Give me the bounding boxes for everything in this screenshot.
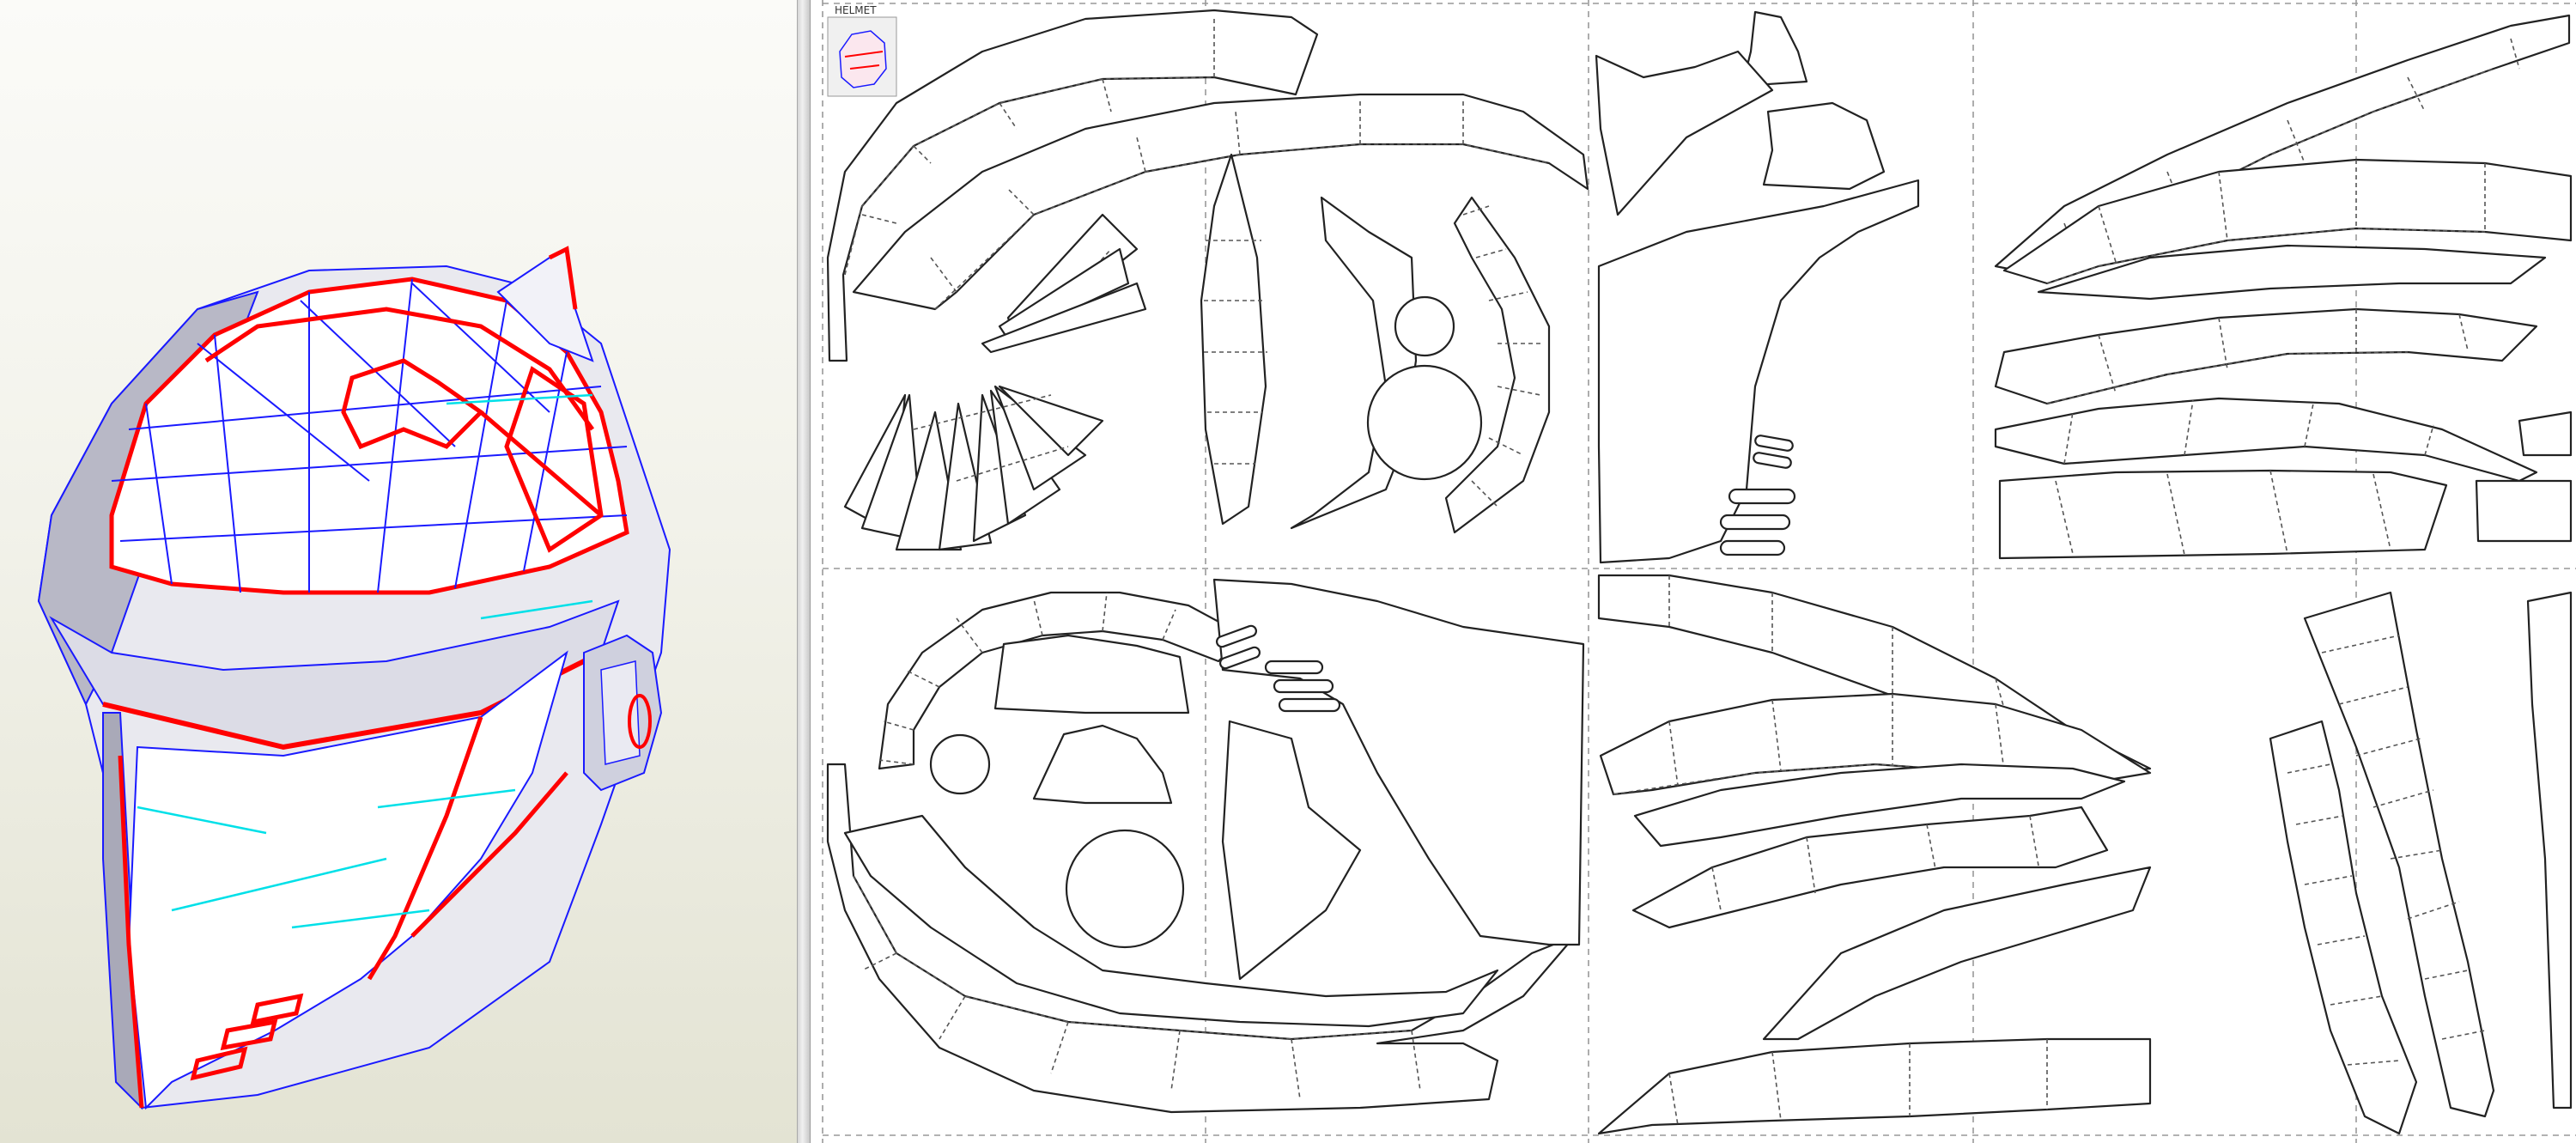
helmet-3d-model[interactable]	[0, 0, 797, 1143]
pattern-sheet-canvas[interactable]: HELMET	[811, 0, 2576, 1143]
thumbnail-label: HELMET	[835, 4, 877, 16]
pattern-page-1	[826, 9, 1589, 551]
pattern-page-6	[2269, 591, 2573, 1135]
pattern-page-2	[1595, 10, 1920, 564]
pane-splitter[interactable]	[797, 0, 811, 1143]
pattern-page-5	[1597, 574, 2152, 1135]
helmet-thumbnail[interactable]: HELMET	[827, 4, 897, 97]
unfold-sheet[interactable]: HELMET	[811, 0, 2576, 1143]
pattern-page-3	[1994, 14, 2573, 560]
3d-model-view[interactable]	[0, 0, 797, 1143]
